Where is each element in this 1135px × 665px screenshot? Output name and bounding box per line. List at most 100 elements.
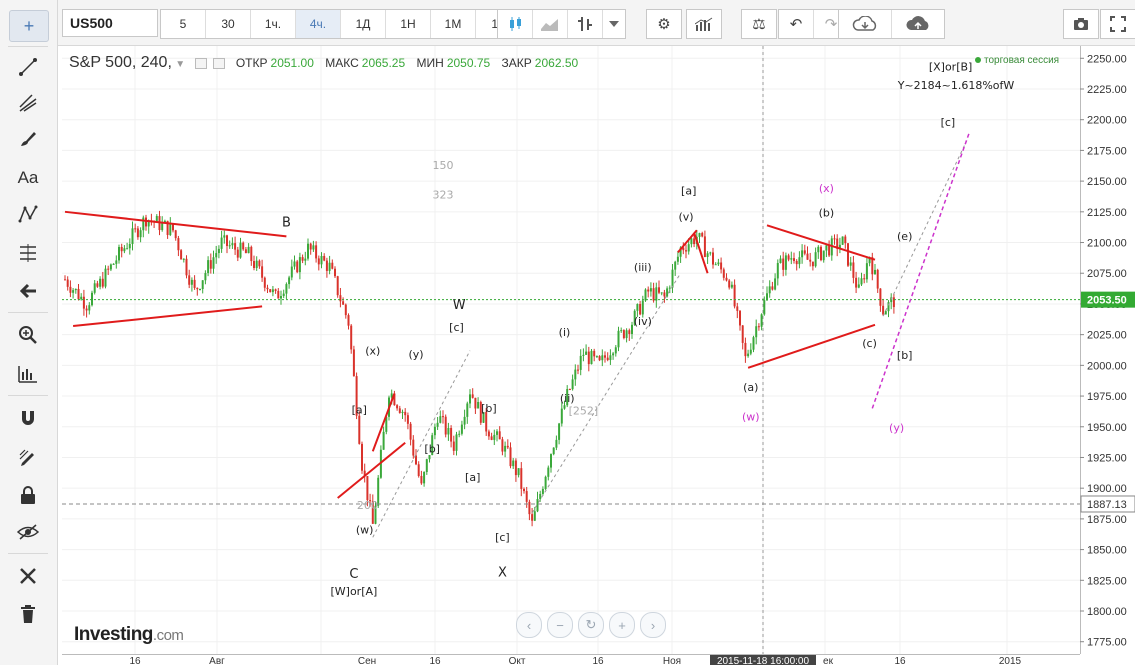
candle-body xyxy=(725,277,728,281)
legend-dropdown-icon[interactable]: ▼ xyxy=(175,59,185,70)
candle-body xyxy=(663,292,666,297)
candle-body xyxy=(639,304,642,315)
candle-body xyxy=(134,228,137,230)
candle-body xyxy=(876,269,879,289)
candle-body xyxy=(555,439,558,448)
candle-body xyxy=(625,330,628,339)
ruler-icon xyxy=(18,366,37,383)
timeframe-30[interactable]: 30 xyxy=(206,10,251,38)
pitchfork-tool-button[interactable] xyxy=(9,88,47,118)
price-chart[interactable]: B C [W]or[A] (w) (x) [a] (y) [b] W [c] [b] [a] [c] X (… xyxy=(62,46,1080,654)
chart-type-dropdown[interactable] xyxy=(603,10,625,38)
candle-body xyxy=(741,325,744,343)
symbol-input[interactable]: US500 xyxy=(62,9,158,37)
magnifier-icon xyxy=(19,326,37,344)
back-button[interactable] xyxy=(9,276,47,306)
candle-body xyxy=(344,304,347,316)
candle-body xyxy=(253,261,255,269)
wave-label: (x) xyxy=(819,182,834,195)
pattern-tool-button[interactable] xyxy=(9,199,47,229)
time-axis[interactable]: 16 Авг Сен 16 Окт 16 Ноя 2015-11-18 16:00:00 ек 1… xyxy=(62,654,1080,665)
trendline xyxy=(747,323,876,369)
price-tick-label: 2200.00 xyxy=(1087,115,1127,127)
delete-drawings-button[interactable] xyxy=(9,599,47,629)
snapshot-button[interactable] xyxy=(1064,10,1098,38)
lock-drawings-button[interactable] xyxy=(9,480,47,510)
candle-body xyxy=(752,337,755,350)
area-chart-button[interactable] xyxy=(533,10,568,38)
scroll-right-button[interactable]: › xyxy=(640,612,666,638)
timeframe-1d[interactable]: 1Д xyxy=(341,10,386,38)
price-tick-label: 2075.00 xyxy=(1087,268,1127,280)
candle-body xyxy=(471,394,474,398)
candle-body xyxy=(423,471,426,484)
candle-body xyxy=(590,350,593,365)
timeframe-5[interactable]: 5 xyxy=(161,10,206,38)
zoom-tool-button[interactable] xyxy=(9,320,47,350)
candle-body xyxy=(223,235,226,238)
compare-button[interactable]: ⚖ xyxy=(742,10,776,38)
fullscreen-button[interactable] xyxy=(1101,10,1135,38)
timeframe-4h[interactable]: 4ч. xyxy=(296,10,341,38)
candle-body xyxy=(493,434,496,440)
candle-body xyxy=(828,245,831,256)
candle-body xyxy=(636,304,639,311)
timeframe-1m[interactable]: 1М xyxy=(431,10,476,38)
legend-hide-icon[interactable] xyxy=(194,58,207,70)
measure-tool-button[interactable] xyxy=(9,359,47,389)
hide-drawings-button[interactable] xyxy=(9,517,47,547)
text-tool-button[interactable]: Aa xyxy=(9,163,47,193)
cloud-download-button[interactable] xyxy=(839,10,892,38)
candle-body xyxy=(174,230,177,239)
logo-suffix: .com xyxy=(152,627,184,644)
candle-body xyxy=(112,263,115,265)
bar-chart-button[interactable] xyxy=(568,10,603,38)
trendline-tool-button[interactable] xyxy=(9,52,47,82)
price-axis[interactable]: 1775.00 1800.00 1825.00 1850.00 1875.00 1900.… xyxy=(1080,46,1135,654)
wave-label: (iii) xyxy=(634,261,652,274)
candle-body xyxy=(668,287,671,289)
candle-body xyxy=(320,256,323,265)
cloud-upload-button[interactable] xyxy=(892,10,944,38)
candle-body xyxy=(498,431,501,440)
tools-settings-button[interactable] xyxy=(9,561,47,591)
draw-mode-button[interactable] xyxy=(9,442,47,472)
zoom-in-button[interactable]: + xyxy=(609,612,635,638)
wave-label: [a] xyxy=(681,185,696,198)
investing-logo: Investing.com xyxy=(74,624,184,646)
candle-body xyxy=(93,283,96,293)
scroll-left-button[interactable]: ‹ xyxy=(516,612,542,638)
cloud-group xyxy=(838,9,945,39)
candle-body xyxy=(563,405,566,409)
undo-button[interactable]: ↶ xyxy=(779,10,814,38)
candle-body xyxy=(180,250,183,260)
fibonacci-tool-button[interactable] xyxy=(9,238,47,268)
zoom-out-button[interactable]: − xyxy=(547,612,573,638)
settings-button[interactable]: ⚙ xyxy=(647,10,681,38)
candlestick-chart-button[interactable] xyxy=(498,10,533,38)
trendline-icon xyxy=(19,58,37,76)
wave-label: [b] xyxy=(897,349,913,362)
reset-zoom-button[interactable]: ↻ xyxy=(578,612,604,638)
candle-body xyxy=(860,278,863,285)
legend-settings-icon[interactable] xyxy=(212,58,225,70)
brush-tool-button[interactable] xyxy=(9,124,47,154)
indicators-button[interactable] xyxy=(687,10,721,38)
instrument-title: S&P 500, 240, xyxy=(69,54,172,71)
candle-body xyxy=(582,354,585,356)
timeframe-1h[interactable]: 1ч. xyxy=(251,10,296,38)
candle-body xyxy=(107,268,110,270)
candle-body xyxy=(420,475,423,484)
trendline xyxy=(72,305,263,328)
wave-label: (y) xyxy=(408,348,423,361)
candle-body xyxy=(552,447,555,455)
indicators-group xyxy=(686,9,722,39)
candle-body xyxy=(833,238,836,240)
candle-body xyxy=(730,284,733,288)
candle-body xyxy=(504,445,507,452)
timeframe-1w[interactable]: 1Н xyxy=(386,10,431,38)
magnet-tool-button[interactable] xyxy=(9,403,47,433)
wave-label: 323 xyxy=(433,188,454,201)
area-chart-icon xyxy=(541,19,558,31)
crosshair-tool-button[interactable]: + xyxy=(9,10,49,42)
